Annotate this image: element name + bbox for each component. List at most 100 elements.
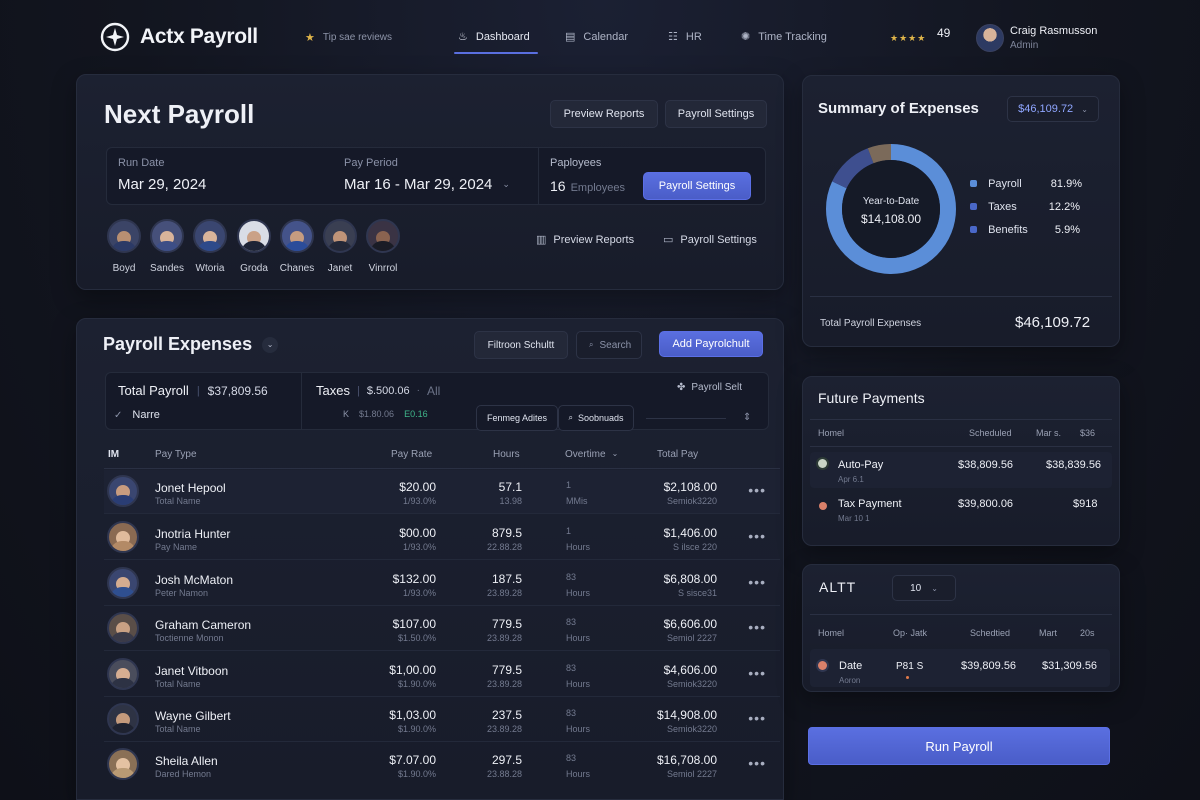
- chevron-down-icon: ⌄: [931, 583, 938, 593]
- settings-window-icon: ▭: [663, 234, 674, 246]
- table-header-divider: [104, 468, 780, 469]
- fp-column-name: Homel: [818, 428, 845, 438]
- search-icon: ⌕: [589, 340, 594, 349]
- fp-row-scheduled: $39,800.06: [958, 498, 1014, 510]
- total-expenses-label: Total Payroll Expenses: [820, 318, 922, 329]
- row-menu-icon[interactable]: •••: [748, 574, 766, 590]
- row-menu-icon[interactable]: •••: [748, 482, 766, 498]
- alt-panel-title: ALTT: [819, 579, 857, 595]
- preview-reports-link[interactable]: ▥ Preview Reports: [536, 233, 634, 247]
- adjust-icon[interactable]: ⇕: [743, 412, 751, 423]
- app-logo[interactable]: Actx Payroll: [100, 22, 258, 52]
- column-total-pay[interactable]: Total Pay: [657, 449, 698, 460]
- star-icon: ★: [305, 32, 315, 44]
- alt-panel-select[interactable]: 10 ⌄: [892, 575, 956, 601]
- column-id: ІМ: [108, 449, 120, 460]
- payroll-selt-link[interactable]: ✤ Payroll Selt: [677, 382, 742, 393]
- strip-divider: [301, 372, 302, 430]
- alt-row-amount: $31,309.56: [1042, 660, 1098, 672]
- run-payroll-button[interactable]: Run Payroll: [808, 727, 1110, 765]
- table-row[interactable]: Graham Cameron Toctienne Monon $107.00 $…: [104, 607, 780, 651]
- avatar: [107, 748, 139, 780]
- sort-chip[interactable]: ⌕ Soobnuads: [558, 405, 634, 431]
- team-member[interactable]: Vinrrol: [363, 219, 403, 274]
- pay-chip[interactable]: Fenmeg Adites: [476, 405, 558, 431]
- payroll-settings-button[interactable]: Payroll Settings: [665, 100, 767, 128]
- fp-row-name[interactable]: Tax Payment: [838, 498, 902, 510]
- alt-row-marker-icon: [906, 676, 909, 679]
- add-payroll-button[interactable]: Add Payrolchult: [659, 331, 763, 357]
- alt-row-sub: Aoron: [839, 676, 861, 685]
- table-row[interactable]: Jonet Hepool Total Name $20.00 1/93.0% 5…: [104, 470, 780, 514]
- total-payroll-summary: Total Payroll | $37,809.56: [118, 383, 268, 398]
- fp-column-scheduled: Scheduled: [969, 428, 1012, 438]
- legend-swatch: [970, 180, 977, 187]
- nav-time-tracking[interactable]: ✺ Time Tracking: [741, 30, 827, 44]
- avatar: [107, 475, 139, 507]
- payroll-expenses-title: Payroll Expenses: [103, 334, 253, 354]
- pay-period-select[interactable]: Mar 16 - Mar 29, 2024 ⌄: [344, 176, 510, 193]
- alt-header-divider: [810, 614, 1112, 615]
- table-row[interactable]: Wayne Gilbert Total Name $1,03.00 $1.90.…: [104, 698, 780, 742]
- alt-column-twenty: 20s: [1080, 628, 1095, 638]
- search-input[interactable]: ⌕ Search: [576, 331, 642, 359]
- calendar-icon: ▤: [565, 31, 576, 43]
- taxes-summary: Taxes | $.500.06 · All: [316, 383, 441, 398]
- next-payroll-title: Next Payroll: [104, 99, 255, 129]
- legend-swatch: [970, 203, 977, 210]
- table-row[interactable]: Josh McMaton Peter Namon $132.00 1/93.0%…: [104, 562, 780, 606]
- payroll-settings-link[interactable]: ▭ Payroll Settings: [663, 233, 757, 247]
- inline-payroll-settings-button[interactable]: Payroll Settings: [643, 172, 751, 200]
- table-row[interactable]: Janet Vitboon Total Name $1,00.00 $1.90.…: [104, 653, 780, 697]
- column-pay-type[interactable]: Pay Type: [155, 449, 197, 460]
- column-pay-rate[interactable]: Pay Rate: [391, 449, 432, 460]
- employees-count: 16 Employees: [550, 178, 625, 194]
- legend-swatch: [970, 226, 977, 233]
- row-menu-icon[interactable]: •••: [748, 755, 766, 771]
- fp-col-divider: [810, 446, 1112, 447]
- compass-logo-icon: [100, 22, 130, 52]
- nav-hr[interactable]: ☷ HR: [668, 30, 702, 44]
- fp-row-sub: Mar 10 1: [838, 514, 870, 523]
- user-role: Admin: [1010, 40, 1039, 51]
- row-menu-icon[interactable]: •••: [748, 710, 766, 726]
- expense-donut-chart: [826, 144, 956, 274]
- column-hours[interactable]: Hours: [493, 449, 520, 460]
- table-row[interactable]: Sheila Allen Dared Hemon $7.07.00 $1.90.…: [104, 743, 780, 787]
- chevron-down-icon: ⌄: [262, 336, 279, 353]
- user-avatar[interactable]: [976, 24, 1004, 52]
- avatar: [107, 567, 139, 599]
- fp-row-amount: $918: [1073, 498, 1098, 510]
- preview-reports-button[interactable]: Preview Reports: [550, 100, 658, 128]
- tax-breakdown: K $1.80.06 E0.16: [343, 409, 428, 419]
- rating-badge: 49: [937, 26, 951, 40]
- nav-calendar[interactable]: ▤ Calendar: [565, 30, 628, 44]
- summary-total-select[interactable]: $46,109.72 ⌄: [1007, 96, 1099, 122]
- alt-row-name: Date: [839, 660, 863, 672]
- row-menu-icon[interactable]: •••: [748, 619, 766, 635]
- fp-header-divider: [810, 419, 1112, 420]
- row-menu-icon[interactable]: •••: [748, 665, 766, 681]
- nav-dashboard[interactable]: ♨ Dashboard: [458, 30, 530, 44]
- filter-button[interactable]: Filtroon Schultt: [474, 331, 568, 359]
- row-menu-icon[interactable]: •••: [748, 528, 766, 544]
- chevron-down-icon: ⌄: [502, 179, 510, 189]
- alt-column-mart: Mart: [1039, 628, 1057, 638]
- donut-label: Year-to-Date: [862, 196, 920, 207]
- user-name[interactable]: Craig Rasmusson: [1010, 25, 1097, 37]
- fp-column-amount: $36: [1080, 428, 1096, 438]
- gear-icon: ✤: [677, 382, 686, 393]
- pay-period-label: Pay Period: [344, 157, 398, 169]
- column-overtime[interactable]: Overtime ⌄: [565, 449, 618, 460]
- legend-taxes: Taxes 12.2%: [970, 201, 1080, 213]
- avatar: [107, 658, 139, 690]
- reviews-link[interactable]: ★ Tip sae reviews: [305, 31, 392, 44]
- payroll-expenses-header[interactable]: Payroll Expenses ⌄: [103, 334, 279, 355]
- table-row[interactable]: Jnotria Hunter Pay Name $00.00 1/93.0% 8…: [104, 516, 780, 560]
- grid-icon: ☷: [668, 31, 678, 43]
- chevron-down-icon: ⌄: [611, 449, 619, 458]
- name-filter[interactable]: ✓ Narre: [114, 409, 160, 421]
- flame-icon: ♨: [458, 31, 468, 43]
- chevron-down-icon: ⌄: [1081, 104, 1088, 114]
- chip-line: [646, 418, 726, 419]
